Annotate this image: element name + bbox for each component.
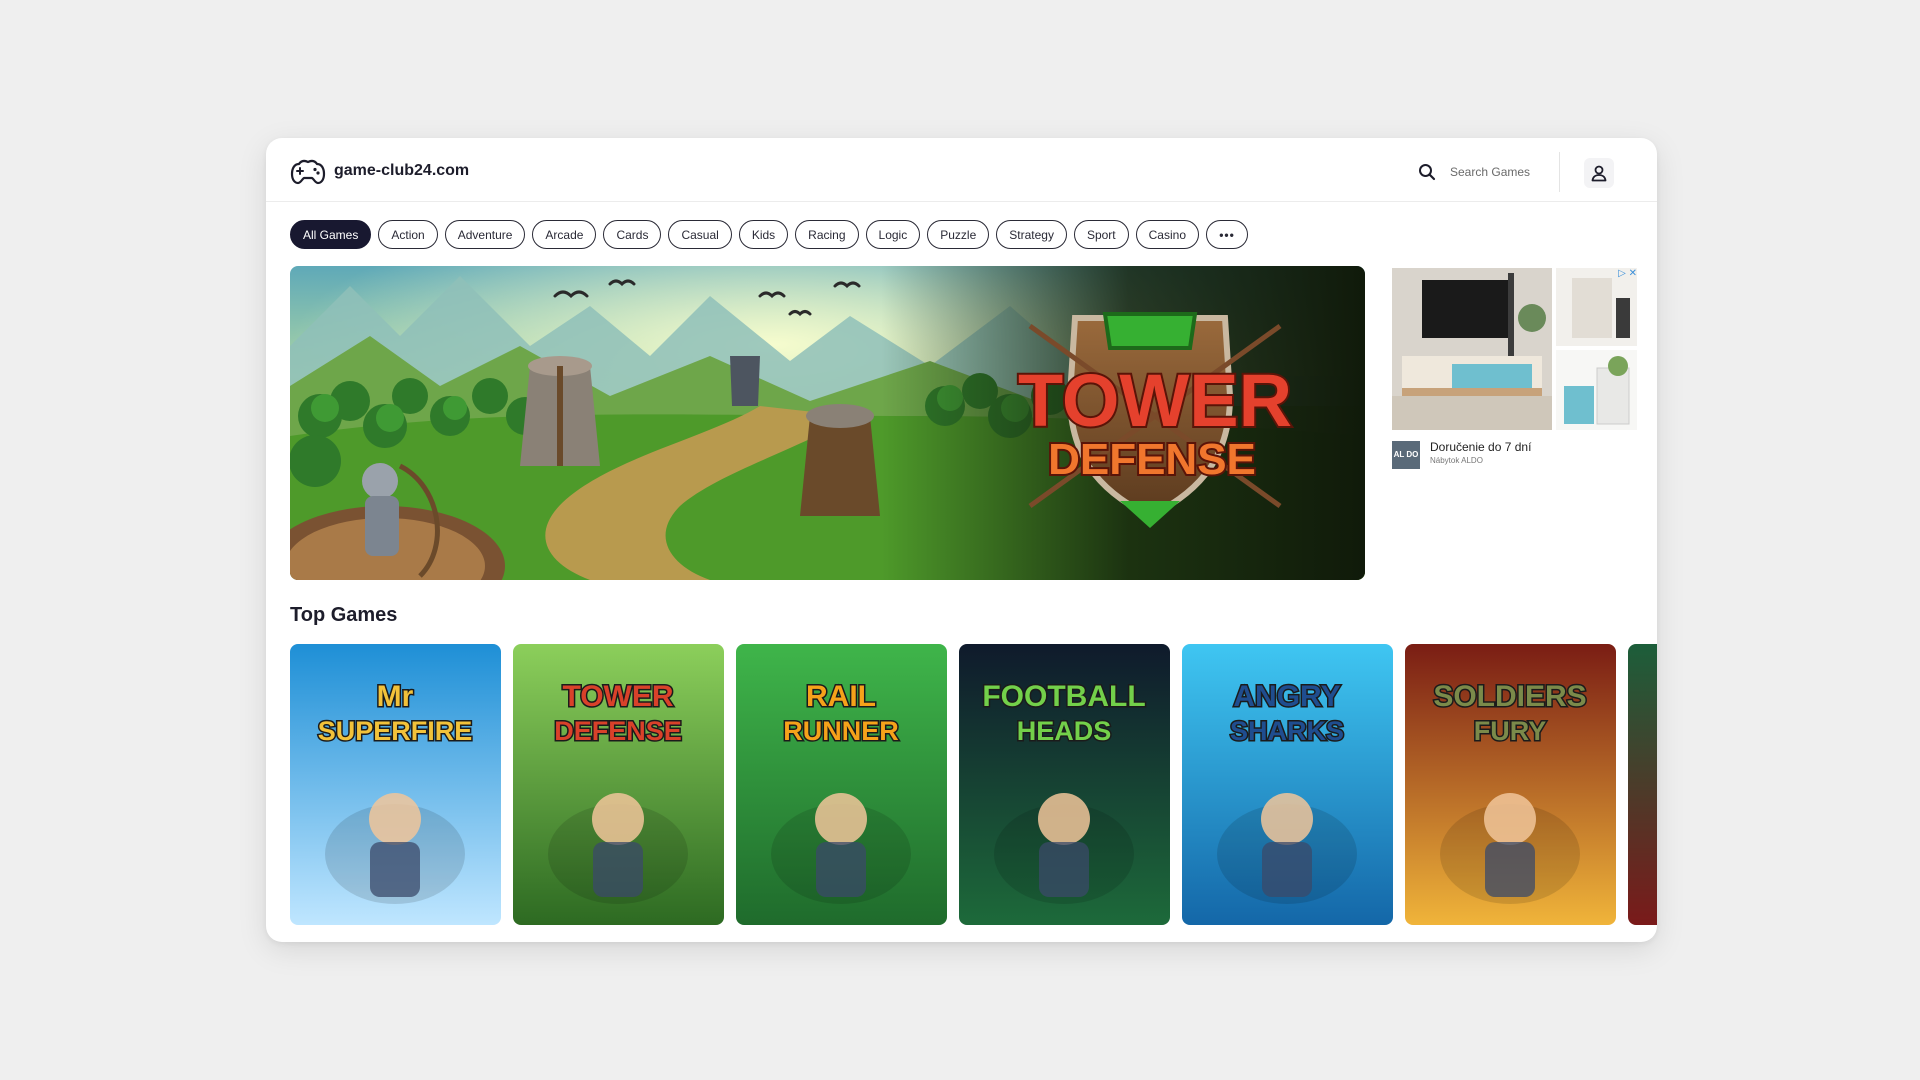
ad-advertiser-logo: AL DO [1392, 441, 1420, 469]
game-card-artwork: ANGRYSHARKS [1182, 644, 1393, 925]
game-card[interactable]: RAIL RUNNER [736, 644, 947, 925]
category-chip-adventure[interactable]: Adventure [444, 220, 526, 249]
site-brand[interactable]: game-club24.com [290, 156, 469, 186]
category-chip-arcade[interactable]: Arcade [532, 220, 597, 249]
game-card-artwork: MrSUPERFIRE [290, 644, 501, 925]
top-games-carousel: Mr SUPERFIRE TOWER DEFENSE RAIL RUNNER FOOTBAL… [290, 644, 1657, 926]
search-box[interactable] [1418, 158, 1568, 186]
game-card[interactable]: SOLDIERS FURY [1405, 644, 1616, 925]
browser-window: game-club24.com All GamesActionAdventure… [266, 138, 1657, 942]
sidebar-advertisement[interactable]: ▷ ✕ AL DO Doručenie do 7 dní Nábytok ALD… [1392, 268, 1637, 469]
category-filter-bar: All Games Action Adventure Arcade Cards Casua… [290, 220, 1248, 249]
category-chip-kids[interactable]: Kids [738, 220, 789, 249]
game-card-artwork: FOOTBALLHEADS [959, 644, 1170, 925]
gamepad-logo-icon [290, 159, 326, 185]
ad-choices-badge[interactable]: ▷ ✕ [1618, 268, 1637, 279]
category-chip-puzzle[interactable]: Puzzle [927, 220, 990, 249]
game-card-artwork: SOLDIERSFURY [1405, 644, 1616, 925]
category-chip-action[interactable]: Action [378, 220, 438, 249]
hero-title-line2: DEFENSE [1048, 435, 1256, 484]
game-card-artwork: RAILRUNNER [736, 644, 947, 925]
game-title-line2: RUNNER [783, 716, 899, 746]
category-chip-racing[interactable]: Racing [795, 220, 859, 249]
game-card[interactable] [1628, 644, 1657, 925]
game-title-line1: ANGRY [1233, 680, 1340, 713]
game-card[interactable]: ANGRY SHARKS [1182, 644, 1393, 925]
game-title-line2: DEFENSE [554, 716, 682, 746]
ad-title[interactable]: Doručenie do 7 dní [1430, 440, 1531, 454]
game-title-line1: Mr [377, 680, 414, 713]
category-chip-logic[interactable]: Logic [865, 220, 921, 249]
category-chip-casino[interactable]: Casino [1135, 220, 1199, 249]
site-header: game-club24.com [266, 138, 1657, 202]
user-account-button[interactable] [1584, 158, 1614, 188]
category-chip-sport[interactable]: Sport [1073, 220, 1129, 249]
game-card[interactable]: Mr SUPERFIRE [290, 644, 501, 925]
game-title-line2: HEADS [1017, 716, 1112, 746]
category-chip-strategy[interactable]: Strategy [996, 220, 1067, 249]
search-icon[interactable] [1418, 163, 1436, 181]
ad-furniture-image [1392, 268, 1637, 430]
hero-banner-tower-defense[interactable]: TOWER DEFENSE [290, 266, 1365, 580]
game-card-artwork [1628, 644, 1657, 925]
category-chip-all-games[interactable]: All Games [290, 220, 372, 249]
search-input[interactable] [1450, 165, 1560, 179]
game-title-line2: FURY [1474, 716, 1547, 746]
game-card[interactable]: FOOTBALL HEADS [959, 644, 1170, 925]
game-title-line1: SOLDIERS [1433, 680, 1586, 713]
game-title-line2: SUPERFIRE [318, 716, 473, 746]
category-chip-cards[interactable]: Cards [603, 220, 662, 249]
site-name: game-club24.com [334, 162, 470, 179]
ad-subtitle: Nábytok ALDO [1430, 456, 1483, 465]
hero-illustration: TOWER DEFENSE [290, 266, 1365, 580]
game-card[interactable]: TOWER DEFENSE [513, 644, 724, 925]
game-title-line1: FOOTBALL [982, 680, 1145, 713]
game-title-line2: SHARKS [1230, 716, 1344, 746]
game-title-line1: TOWER [562, 680, 673, 713]
game-title-line1: RAIL [806, 680, 876, 713]
header-divider [1559, 152, 1560, 192]
top-games-heading: Top Games [290, 604, 398, 626]
category-chip-more[interactable]: ••• [1206, 220, 1248, 249]
user-icon [1591, 165, 1607, 182]
category-chip-casual[interactable]: Casual [668, 220, 732, 249]
hero-title-line1: TOWER [1018, 359, 1292, 442]
game-card-artwork: TOWERDEFENSE [513, 644, 724, 925]
